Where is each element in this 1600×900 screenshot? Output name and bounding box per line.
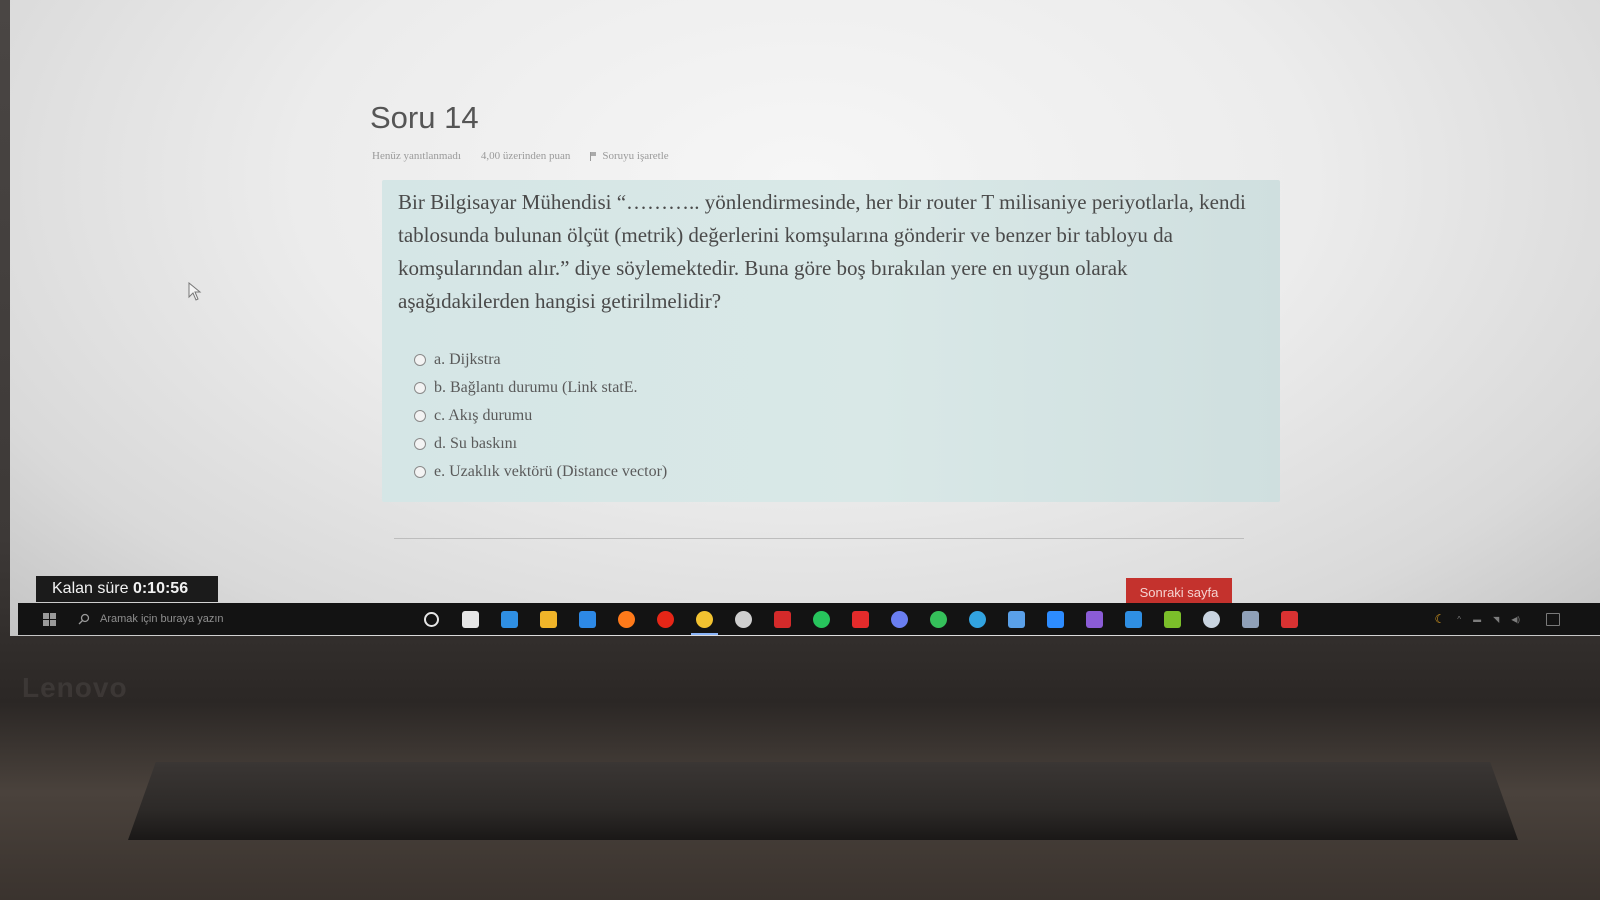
taskbar-app-button[interactable] <box>1192 603 1231 635</box>
question-text: Bir Bilgisayar Mühendisi “……….. yönlendi… <box>398 190 1246 313</box>
taskbar-app-button[interactable] <box>490 603 529 635</box>
taskbar-app-button[interactable] <box>607 603 646 635</box>
whatsapp-icon <box>930 610 947 628</box>
visual-studio-icon <box>1086 610 1103 628</box>
taskbar-pinned-apps <box>412 603 1309 635</box>
taskbar-app-button[interactable] <box>529 603 568 635</box>
taskbar-app-button[interactable] <box>802 603 841 635</box>
volume-icon[interactable]: ◀) <box>1511 615 1520 624</box>
answer-label: d. Su baskını <box>434 435 518 452</box>
notification-icon[interactable] <box>1546 612 1560 626</box>
answer-option-e[interactable]: e. Uzaklık vektörü (Distance vector) <box>414 458 667 486</box>
taskbar-app-button[interactable] <box>1231 603 1270 635</box>
taskbar-app-button[interactable] <box>997 603 1036 635</box>
flag-question-label: Soruyu işaretle <box>602 150 669 162</box>
flag-question-link[interactable]: Soruyu işaretle <box>590 150 669 162</box>
cortana-icon <box>424 611 439 627</box>
radio-button[interactable] <box>414 354 426 366</box>
taskbar-search-box[interactable]: Aramak için buraya yazın <box>78 603 348 635</box>
screen: Soru 14 Henüz yanıtlanmadı 4,00 üzerinde… <box>10 0 1600 636</box>
taskbar-app-button[interactable] <box>685 603 724 635</box>
taskbar-app-button[interactable] <box>1270 603 1309 635</box>
youtube-icon <box>852 610 869 628</box>
start-button[interactable] <box>38 608 60 630</box>
radio-button[interactable] <box>414 466 426 478</box>
taskbar-app-button[interactable] <box>880 603 919 635</box>
app-blue-arrow-icon <box>501 610 518 628</box>
search-icon <box>78 613 90 625</box>
radio-button[interactable] <box>414 410 426 422</box>
flag-icon <box>590 151 598 161</box>
zoom-icon <box>1047 610 1064 628</box>
taskbar-app-button[interactable] <box>1153 603 1192 635</box>
taskbar: Aramak için buraya yazın ☾ ^ ▬ ◥ ◀) <box>18 603 1600 635</box>
answer-option-b[interactable]: b. Bağlantı durumu (Link statE. <box>414 374 667 402</box>
answer-option-a[interactable]: a. Dijkstra <box>414 346 667 374</box>
taskbar-app-button[interactable] <box>724 603 763 635</box>
question-status: Henüz yanıtlanmadı <box>372 150 461 162</box>
android-app-icon <box>1164 610 1181 628</box>
weather-icon[interactable]: ☾ <box>1435 612 1446 626</box>
firefox-icon <box>618 610 635 628</box>
discord-icon <box>891 610 908 628</box>
taskbar-app-button[interactable] <box>412 603 451 635</box>
steam-icon <box>1203 610 1220 628</box>
chevron-up-icon[interactable]: ^ <box>1457 615 1461 624</box>
taskbar-app-button[interactable] <box>646 603 685 635</box>
radio-button[interactable] <box>414 438 426 450</box>
answer-label: a. Dijkstra <box>434 351 501 368</box>
task-view-icon <box>462 610 479 628</box>
answer-option-c[interactable]: c. Akış durumu <box>414 402 667 430</box>
taskbar-app-button[interactable] <box>919 603 958 635</box>
laptop-brand-logo: Lenovo <box>22 672 128 703</box>
gauge-icon <box>735 610 752 628</box>
taskbar-app-button[interactable] <box>958 603 997 635</box>
question-points: 4,00 üzerinden puan <box>480 150 571 162</box>
red-app-icon <box>774 610 791 628</box>
question-title: Soru 14 <box>370 100 479 135</box>
system-tray: ☾ ^ ▬ ◥ ◀) <box>1435 603 1560 635</box>
time-remaining-badge: Kalan süre 0:10:56 <box>36 576 218 602</box>
answer-label: b. Bağlantı durumu (Link statE. <box>434 379 638 396</box>
keyboard-app-icon <box>1242 610 1259 628</box>
mail-icon <box>579 610 596 628</box>
time-remaining-value: 0:10:56 <box>132 580 189 597</box>
chrome-icon <box>696 610 713 628</box>
vscode-icon <box>1125 610 1142 628</box>
taskbar-app-button[interactable] <box>1114 603 1153 635</box>
answer-list: a. Dijkstra b. Bağlantı durumu (Link sta… <box>414 346 667 486</box>
mouse-cursor-icon <box>188 282 202 301</box>
tray-clock[interactable] <box>1532 610 1534 628</box>
wifi-icon[interactable]: ◥ <box>1493 615 1499 624</box>
taskbar-app-button[interactable] <box>1036 603 1075 635</box>
chat-app-icon <box>1008 610 1025 628</box>
laptop-hinge <box>128 762 1518 840</box>
red-square-app-icon <box>1281 610 1298 628</box>
question-info: Henüz yanıtlanmadı 4,00 üzerinden puan S… <box>372 150 669 162</box>
time-remaining-label: Kalan süre <box>52 580 129 597</box>
next-page-button[interactable]: Sonraki sayfa <box>1126 578 1232 606</box>
answer-option-d[interactable]: d. Su baskını <box>414 430 667 458</box>
taskbar-app-button[interactable] <box>841 603 880 635</box>
battery-icon[interactable]: ▬ <box>1473 615 1481 624</box>
taskbar-app-button[interactable] <box>451 603 490 635</box>
taskbar-search-placeholder: Aramak için buraya yazın <box>100 613 224 625</box>
question-box: Bir Bilgisayar Mühendisi “……….. yönlendi… <box>382 180 1280 502</box>
answer-label: e. Uzaklık vektörü (Distance vector) <box>434 463 668 480</box>
spotify-icon <box>813 610 830 628</box>
taskbar-app-button[interactable] <box>568 603 607 635</box>
file-explorer-icon <box>540 610 557 628</box>
windows-icon <box>42 612 56 626</box>
divider <box>394 538 1244 539</box>
answer-label: c. Akış durumu <box>434 407 533 424</box>
taskbar-app-button[interactable] <box>1075 603 1114 635</box>
radio-button[interactable] <box>414 382 426 394</box>
taskbar-app-button[interactable] <box>763 603 802 635</box>
opera-icon <box>657 610 674 628</box>
telegram-icon <box>969 610 986 628</box>
